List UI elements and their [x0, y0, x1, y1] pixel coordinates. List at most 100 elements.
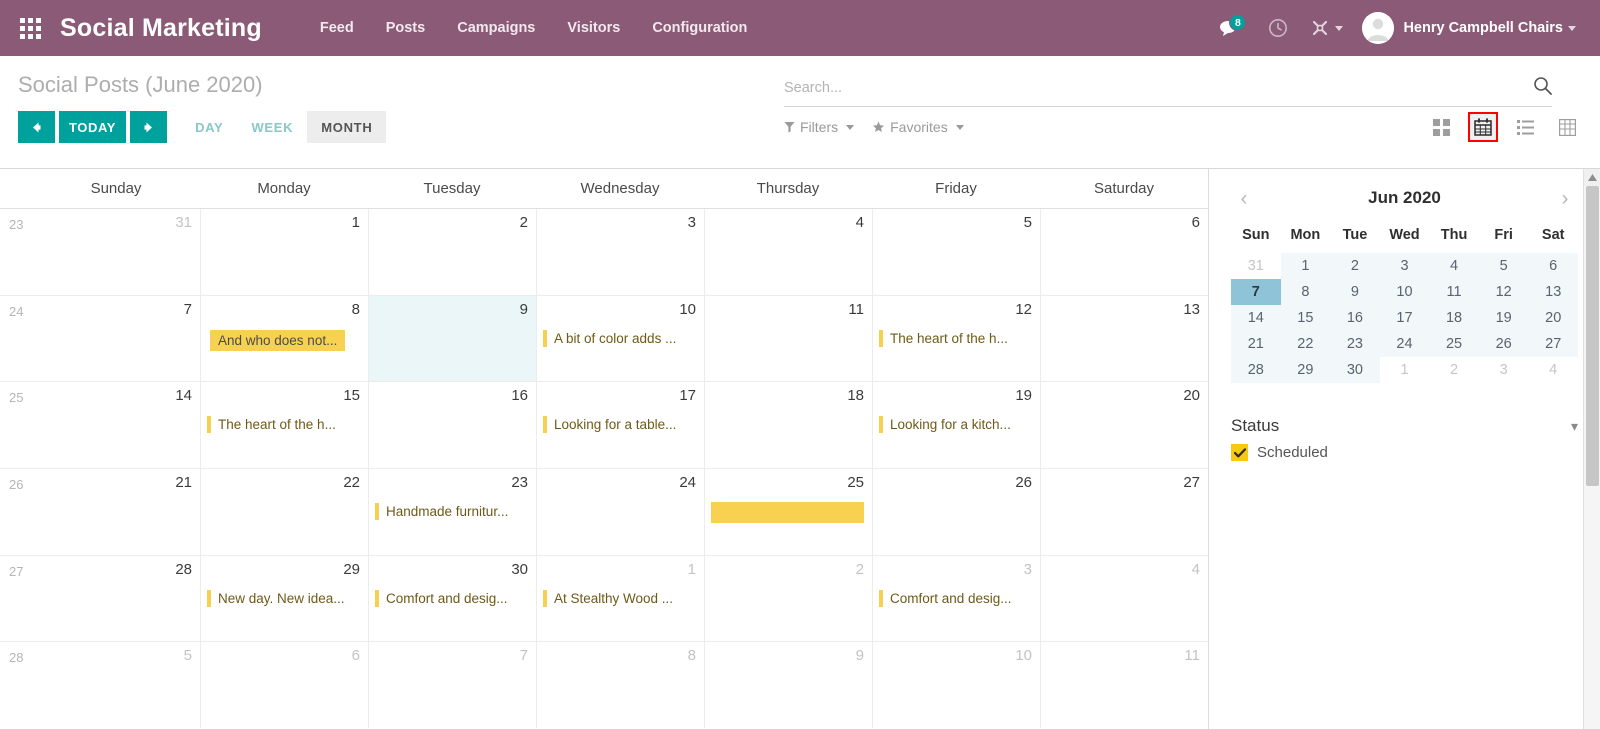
mini-calendar-day[interactable]: 26 — [1478, 331, 1529, 357]
activities-button[interactable] — [1256, 0, 1300, 56]
mini-calendar-day[interactable]: 28 — [1231, 357, 1281, 383]
calendar-day-cell[interactable]: 27 — [1040, 469, 1208, 555]
mini-calendar-day[interactable]: 30 — [1330, 357, 1380, 383]
status-section-header[interactable]: Status ▾ — [1231, 410, 1578, 444]
mini-calendar-day[interactable]: 23 — [1330, 331, 1380, 357]
calendar-day-cell[interactable]: 18 — [704, 382, 872, 469]
vertical-scrollbar[interactable] — [1583, 169, 1600, 729]
day-number[interactable]: 1 — [543, 562, 696, 578]
day-number[interactable]: 8 — [207, 302, 360, 318]
mini-calendar-day[interactable]: 18 — [1429, 305, 1479, 331]
kanban-view-icon[interactable] — [1426, 112, 1456, 142]
day-number[interactable]: 14 — [38, 388, 192, 404]
calendar-day-cell[interactable]: 2 — [704, 555, 872, 642]
day-number[interactable]: 25 — [711, 475, 864, 491]
scroll-up-arrow-icon[interactable] — [1584, 169, 1600, 186]
mini-calendar-day[interactable]: 21 — [1231, 331, 1281, 357]
calendar-day-cell[interactable]: 7 — [32, 296, 200, 382]
calendar-day-cell[interactable]: 4 — [704, 209, 872, 295]
calendar-event-dragging[interactable]: And who does not... — [210, 329, 346, 351]
status-filter-item[interactable]: Scheduled — [1231, 444, 1578, 461]
search-icon[interactable] — [1533, 76, 1552, 100]
day-number[interactable]: 5 — [38, 648, 192, 664]
mini-calendar-day[interactable]: 12 — [1478, 279, 1529, 305]
calendar-day-cell[interactable]: 23 Handmade furnitur... — [368, 469, 536, 555]
mini-calendar-day[interactable]: 25 — [1429, 331, 1479, 357]
day-number[interactable]: 7 — [375, 648, 528, 664]
day-number[interactable]: 12 — [879, 302, 1032, 318]
calendar-day-cell[interactable]: 24 — [536, 469, 704, 555]
day-number[interactable]: 5 — [879, 215, 1032, 231]
day-number[interactable]: 10 — [879, 648, 1032, 664]
day-number[interactable]: 27 — [1047, 475, 1200, 491]
week-number[interactable]: 25 — [0, 382, 32, 468]
day-number[interactable]: 29 — [207, 562, 360, 578]
calendar-day-cell[interactable]: 17 Looking for a table... — [536, 382, 704, 469]
user-menu[interactable]: Henry Campbell Chairs — [1352, 0, 1582, 56]
calendar-day-cell[interactable]: 30 Comfort and desig... — [368, 555, 536, 642]
calendar-day-cell[interactable]: 15 The heart of the h... — [200, 382, 368, 469]
chevron-down-icon[interactable]: ▾ — [1571, 418, 1578, 435]
day-number[interactable]: 24 — [543, 475, 696, 491]
mini-calendar-day[interactable]: 10 — [1379, 279, 1430, 305]
calendar-day-cell[interactable]: 10 — [872, 642, 1040, 729]
menu-item-configuration[interactable]: Configuration — [636, 2, 763, 54]
status-checkbox[interactable] — [1231, 444, 1248, 461]
day-number[interactable]: 26 — [879, 475, 1032, 491]
calendar-day-cell[interactable]: 31 — [32, 209, 200, 295]
calendar-day-cell[interactable]: 7 — [368, 642, 536, 729]
scale-month-button[interactable]: MONTH — [307, 111, 387, 143]
mini-calendar-day[interactable]: 22 — [1280, 331, 1331, 357]
mini-calendar-day[interactable]: 16 — [1330, 305, 1380, 331]
calendar-event[interactable]: Looking for a table... — [543, 415, 696, 434]
day-number[interactable]: 15 — [207, 388, 360, 404]
calendar-day-cell[interactable]: 13 — [1040, 295, 1208, 382]
mini-calendar-day[interactable]: 4 — [1528, 357, 1578, 383]
mini-calendar-day[interactable]: 1 — [1280, 253, 1331, 279]
day-number[interactable]: 7 — [38, 302, 192, 318]
day-number[interactable]: 21 — [38, 475, 192, 491]
week-number[interactable]: 28 — [0, 642, 32, 728]
day-number[interactable]: 13 — [1047, 302, 1200, 318]
calendar-day-cell[interactable]: 22 — [200, 469, 368, 555]
calendar-event[interactable]: Looking for a kitch... — [879, 415, 1032, 434]
mini-calendar-day[interactable]: 13 — [1528, 279, 1578, 305]
day-number[interactable]: 10 — [543, 302, 696, 318]
calendar-day-cell[interactable]: 29 New day. New idea... — [200, 555, 368, 642]
day-number[interactable]: 4 — [1047, 562, 1200, 578]
calendar-day-cell[interactable]: 25 — [704, 469, 872, 555]
mini-calendar-day[interactable]: 14 — [1231, 305, 1281, 331]
day-number[interactable]: 2 — [375, 215, 528, 231]
day-number[interactable]: 20 — [1047, 388, 1200, 404]
calendar-day-cell[interactable]: 21 — [32, 469, 200, 555]
prev-period-button[interactable] — [18, 111, 55, 143]
week-number[interactable]: 27 — [0, 556, 32, 642]
calendar-day-cell[interactable]: 26 — [872, 469, 1040, 555]
day-number[interactable]: 22 — [207, 475, 360, 491]
calendar-day-cell[interactable]: 1 At Stealthy Wood ... — [536, 555, 704, 642]
week-number[interactable]: 26 — [0, 469, 32, 555]
calendar-day-cell[interactable]: 3 — [536, 209, 704, 295]
calendar-day-cell[interactable]: 9 — [704, 642, 872, 729]
mini-calendar-day[interactable]: 4 — [1429, 253, 1479, 279]
messages-button[interactable]: 8 — [1208, 0, 1252, 56]
mini-calendar-day[interactable]: 29 — [1280, 357, 1331, 383]
mini-calendar-day[interactable]: 6 — [1528, 253, 1578, 279]
mini-calendar-day[interactable]: 20 — [1528, 305, 1578, 331]
list-view-icon[interactable] — [1510, 112, 1540, 142]
calendar-day-cell[interactable]: 6 — [200, 642, 368, 729]
calendar-event[interactable]: The heart of the h... — [879, 329, 1032, 348]
scale-day-button[interactable]: DAY — [181, 111, 237, 143]
calendar-event[interactable]: A bit of color adds ... — [543, 329, 696, 348]
day-number[interactable]: 11 — [711, 302, 864, 318]
pivot-view-icon[interactable] — [1552, 112, 1582, 142]
calendar-day-cell[interactable]: 16 — [368, 382, 536, 469]
calendar-day-cell[interactable]: 8 And who does not... — [200, 295, 368, 382]
day-number[interactable]: 4 — [711, 215, 864, 231]
menu-item-campaigns[interactable]: Campaigns — [441, 2, 551, 54]
chevron-right-icon[interactable]: › — [1552, 188, 1578, 209]
calendar-day-cell[interactable]: 5 — [872, 209, 1040, 295]
event-drag-placeholder[interactable] — [711, 502, 864, 524]
calendar-event[interactable]: The heart of the h... — [207, 415, 360, 434]
calendar-day-cell[interactable]: 1 — [200, 209, 368, 295]
